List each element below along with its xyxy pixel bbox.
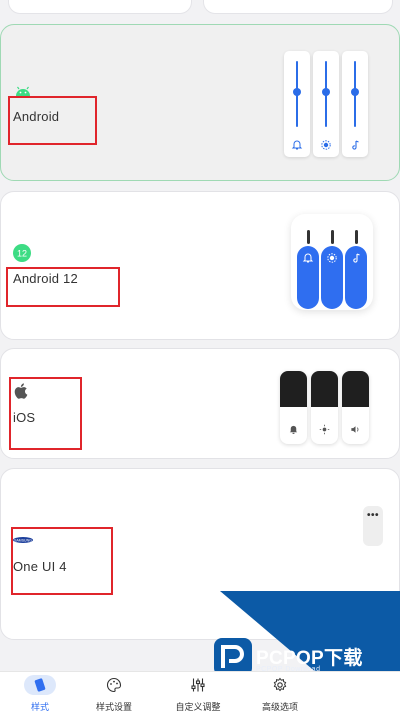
android12-logo-icon: 12	[13, 244, 31, 262]
speaker-icon	[351, 426, 359, 433]
android-slider	[342, 51, 368, 157]
android12-slider	[345, 246, 367, 309]
svg-text:12: 12	[17, 249, 27, 259]
brightness-icon	[327, 253, 337, 263]
bell-icon	[289, 425, 298, 434]
tab-advanced-options[interactable]: 高级选项	[240, 672, 320, 713]
android-slider	[313, 51, 339, 157]
android12-slider-preview	[291, 214, 373, 310]
top-card-left[interactable]	[8, 0, 192, 14]
ios-slider	[311, 371, 338, 444]
style-icon	[34, 678, 46, 692]
android12-slider	[297, 246, 319, 309]
bell-icon	[291, 140, 303, 150]
gear-icon	[273, 677, 287, 692]
android-slider	[284, 51, 310, 157]
android12-slider	[321, 246, 343, 309]
ios-slider	[280, 371, 307, 444]
tab-label: 样式设置	[95, 702, 132, 712]
highlight-box	[6, 267, 120, 307]
tab-label: 样式	[30, 702, 49, 712]
style-card-ios[interactable]: iOS	[0, 348, 400, 459]
sliders-icon	[191, 678, 205, 692]
palette-icon	[106, 677, 122, 693]
style-card-android[interactable]: Android	[0, 24, 400, 181]
highlight-box	[8, 96, 97, 145]
tab-label: 自定义调整	[175, 702, 221, 712]
brightness-icon	[321, 140, 331, 150]
tab-custom-adjust[interactable]: 自定义调整	[158, 672, 238, 713]
android-slider-preview	[284, 51, 368, 157]
tab-style[interactable]: 样式	[0, 672, 80, 713]
ios-slider	[342, 371, 369, 444]
more-dots-icon: •••	[367, 510, 380, 521]
music-note-icon	[352, 140, 359, 150]
style-card-android12[interactable]: 12 Android 12	[0, 191, 400, 340]
brightness-icon	[319, 424, 330, 435]
app-screen: Android 12 Android 12 iOS SAMSUNG One UI…	[0, 0, 400, 713]
top-card-right[interactable]	[203, 0, 393, 14]
highlight-box	[11, 527, 113, 595]
android-logo-icon	[16, 86, 30, 96]
tab-label: 高级选项	[261, 702, 298, 712]
oneui-preview: •••	[363, 506, 383, 546]
bottom-tab-bar: 样式 样式设置 自定义调整 高级选项	[0, 671, 400, 713]
tab-style-settings[interactable]: 样式设置	[74, 672, 154, 713]
music-note-icon	[353, 253, 360, 263]
bell-icon	[302, 253, 314, 263]
highlight-box	[9, 377, 82, 450]
